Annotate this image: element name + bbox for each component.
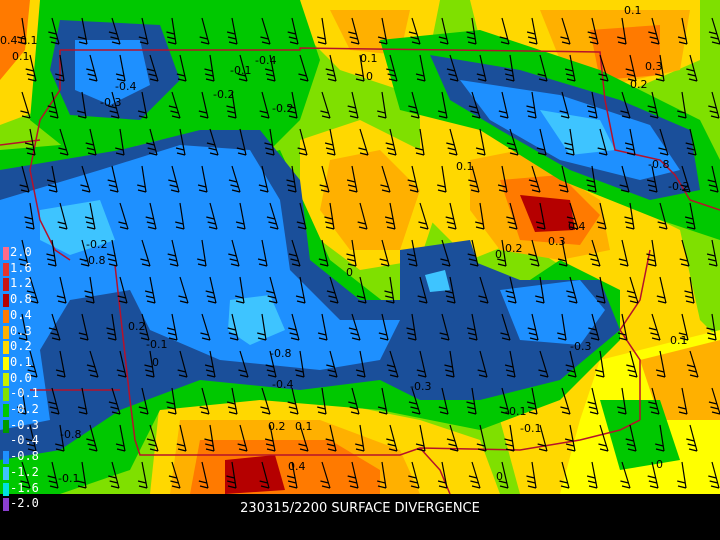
contour-label: 0.1 <box>295 420 313 433</box>
contour-label: -0.1 <box>146 338 167 351</box>
contour-label: 0.2 <box>505 242 523 255</box>
contour-label: 0.1 <box>12 50 30 63</box>
legend-swatch <box>3 435 9 449</box>
contour-label: -0.3 <box>410 380 431 393</box>
contour-label: -0.1 <box>58 472 79 485</box>
legend-swatch <box>3 466 9 480</box>
contour-label: -0.2 <box>213 88 234 101</box>
contour-label: -0.1 <box>505 405 526 418</box>
legend-entry: -0.3 <box>0 417 48 433</box>
legend-label: 0.8 <box>10 292 32 307</box>
legend-swatch <box>3 404 9 417</box>
contour-label: 0.3 <box>548 235 566 248</box>
contour-label: 0 <box>656 458 663 471</box>
legend-entry: 0.1 <box>0 354 48 370</box>
contour-label: -0.8 <box>270 347 291 360</box>
legend-swatch <box>3 294 9 308</box>
legend-swatch <box>3 278 9 292</box>
legend-entry: 2.0 <box>0 245 48 260</box>
legend-label: 1.2 <box>10 276 32 291</box>
legend-swatch <box>3 372 9 386</box>
legend-entry: -1.6 <box>0 480 48 496</box>
color-legend: 2.0 1.6 1.2 0.8 0.4 0.3 0.2 0.1 0.0 -0.1… <box>0 245 48 514</box>
legend-swatch <box>3 247 9 260</box>
contour-label: -0.1 <box>520 422 541 435</box>
legend-entry: -0.2 <box>0 402 48 417</box>
contour-label: -0.4 <box>255 54 276 67</box>
legend-entry: 1.6 <box>0 260 48 276</box>
contour-label: -0.8 <box>648 158 669 171</box>
legend-entry: 0.2 <box>0 339 48 355</box>
contour-label: 0.2 <box>268 420 286 433</box>
contour-label: 0.4 <box>0 34 18 47</box>
contour-label: -0.1 <box>230 64 251 77</box>
legend-swatch <box>3 388 9 402</box>
contour-label: 0.4 <box>288 460 306 473</box>
legend-entry: -1.2 <box>0 464 48 480</box>
contour-label: 0.1 <box>360 52 378 65</box>
contour-label: -0.8 <box>60 428 81 441</box>
legend-swatch <box>3 341 9 355</box>
contour-label: 0.1 <box>456 160 474 173</box>
map-title: 230315/2200 SURFACE DIVERGENCE <box>240 501 480 516</box>
legend-swatch <box>3 419 9 433</box>
legend-entry: 0.0 <box>0 370 48 386</box>
legend-label: 0.0 <box>10 370 32 385</box>
contour-label: 0 <box>495 248 502 261</box>
contour-label: 0.1 <box>624 4 642 17</box>
legend-entry: -0.1 <box>0 386 48 402</box>
contour-label: 0 <box>346 266 353 279</box>
legend-label: -0.8 <box>10 449 39 464</box>
legend-swatch <box>3 309 9 323</box>
contour-label: 0.2 <box>128 320 146 333</box>
contour-label: 0.1 <box>670 334 688 347</box>
legend-swatch <box>3 451 9 465</box>
legend-label: -1.2 <box>10 464 39 479</box>
legend-label: 1.6 <box>10 260 32 275</box>
contour-label: 0.2 <box>630 78 648 91</box>
legend-label: -0.2 <box>10 402 39 416</box>
contour-label: -0.3 <box>100 96 121 109</box>
contour-label: -0.2 <box>668 180 689 193</box>
legend-label: 0.3 <box>10 323 32 338</box>
contour-label: -0.3 <box>570 340 591 353</box>
contour-label: -0.4 <box>272 378 293 391</box>
legend-swatch <box>3 482 9 496</box>
legend-swatch <box>3 262 9 276</box>
legend-swatch <box>3 356 9 370</box>
legend-label: -0.3 <box>10 417 39 432</box>
surface-divergence-map: -0.4 -0.3 -0.2 -0.1 -0.4 -0.2 0.1 0 0.1 … <box>0 0 720 540</box>
contour-label: 0.3 <box>645 60 663 73</box>
legend-entry: 1.2 <box>0 276 48 292</box>
contour-label: -0.4 <box>115 80 136 93</box>
contour-label: 0.4 <box>568 220 586 233</box>
legend-label: 0.2 <box>10 339 32 354</box>
contour-label: -0.8 <box>84 254 105 267</box>
contour-label: 0 <box>366 70 373 83</box>
legend-label: 0.4 <box>10 307 32 322</box>
legend-entry: -0.4 <box>0 433 48 449</box>
map-canvas: -0.4 -0.3 -0.2 -0.1 -0.4 -0.2 0.1 0 0.1 … <box>0 0 720 495</box>
legend-label: -1.6 <box>10 480 39 495</box>
contour-label: 0 <box>152 356 159 369</box>
contour-label: 0.1 <box>20 34 38 47</box>
legend-swatch <box>3 325 9 339</box>
contour-label: 0 <box>496 470 503 483</box>
legend-entry: 0.8 <box>0 292 48 308</box>
legend-label: -0.4 <box>10 433 39 448</box>
legend-entry: -0.8 <box>0 449 48 465</box>
contour-label: -0.2 <box>86 238 107 251</box>
legend-entry: 0.4 <box>0 307 48 323</box>
legend-label: 0.1 <box>10 354 32 369</box>
legend-entry: 0.3 <box>0 323 48 339</box>
contour-label: -0.2 <box>272 102 293 115</box>
legend-label: 2.0 <box>10 245 32 259</box>
legend-label: -0.1 <box>10 386 39 401</box>
